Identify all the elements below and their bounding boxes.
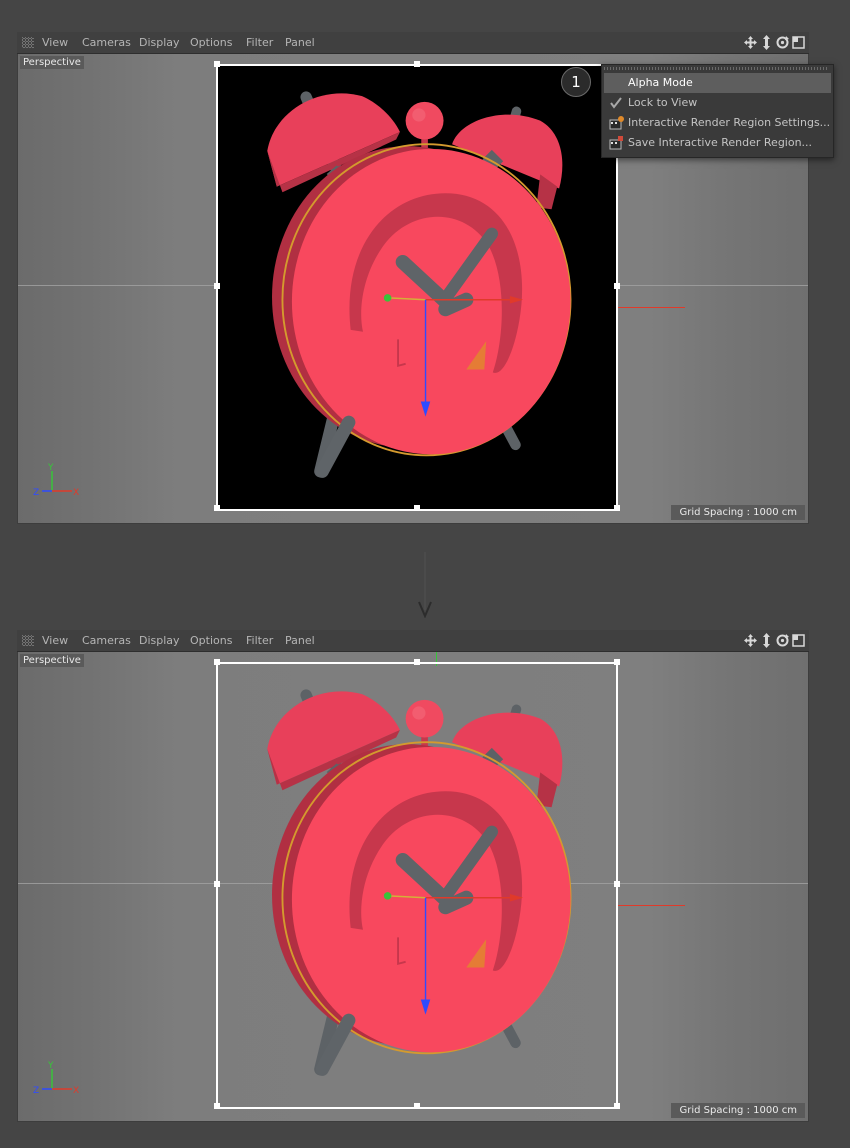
- viewport-scene[interactable]: Perspective Y Z X Grid Spacing : 1000 cm: [18, 652, 808, 1121]
- menu-options[interactable]: Options: [190, 634, 232, 647]
- viewport-navigation-icons: [743, 34, 807, 51]
- viewport-menubar: View Cameras Display Options Filter Pane…: [17, 32, 809, 54]
- alarm-clock-render: [218, 664, 616, 1107]
- menu-display[interactable]: Display: [139, 36, 180, 49]
- region-handle[interactable]: [614, 1103, 620, 1109]
- render-settings-icon: [608, 115, 624, 131]
- move-icon[interactable]: [743, 632, 758, 649]
- svg-text:Y: Y: [47, 463, 54, 473]
- region-handle[interactable]: [214, 505, 220, 511]
- region-handle[interactable]: [414, 505, 420, 511]
- region-handle[interactable]: [414, 1103, 420, 1109]
- interactive-render-region[interactable]: [216, 64, 618, 511]
- menu-view[interactable]: View: [42, 634, 68, 647]
- step-callout-badge: 1: [561, 67, 591, 97]
- menu-cameras[interactable]: Cameras: [82, 36, 131, 49]
- menu-cameras[interactable]: Cameras: [82, 634, 131, 647]
- camera-label[interactable]: Perspective: [20, 56, 84, 69]
- menu-item-alpha-mode[interactable]: Alpha Mode: [604, 73, 831, 93]
- region-handle[interactable]: [414, 659, 420, 665]
- svg-text:X: X: [73, 1086, 79, 1096]
- maximize-icon[interactable]: [791, 34, 806, 51]
- zoom-icon[interactable]: [759, 632, 774, 649]
- svg-text:X: X: [73, 488, 79, 498]
- menu-item-lock-to-view[interactable]: Lock to View: [604, 93, 831, 113]
- world-axis-gizmo: Y Z X: [33, 463, 79, 498]
- interactive-render-region[interactable]: [216, 662, 618, 1109]
- region-handle[interactable]: [614, 505, 620, 511]
- region-handle[interactable]: [414, 61, 420, 67]
- down-arrow-icon: [418, 552, 432, 618]
- menu-panel[interactable]: Panel: [285, 36, 315, 49]
- menu-item-render-region-settings[interactable]: Interactive Render Region Settings...: [604, 113, 831, 133]
- region-handle[interactable]: [214, 659, 220, 665]
- region-handle[interactable]: [214, 283, 220, 289]
- svg-text:Z: Z: [33, 488, 39, 498]
- viewport-bottom[interactable]: View Cameras Display Options Filter Pane…: [17, 630, 809, 1122]
- x-axis-extension: [618, 905, 685, 906]
- menu-display[interactable]: Display: [139, 634, 180, 647]
- render-region-dropdown: Alpha Mode Lock to View Interactive Rend…: [601, 64, 834, 158]
- menu-item-save-render-region[interactable]: Save Interactive Render Region...: [604, 133, 831, 153]
- menu-filter[interactable]: Filter: [246, 634, 273, 647]
- maximize-icon[interactable]: [791, 632, 806, 649]
- rotate-icon[interactable]: [775, 632, 790, 649]
- viewport-menubar: View Cameras Display Options Filter Pane…: [17, 630, 809, 652]
- alarm-clock-render: [218, 66, 616, 509]
- menu-options[interactable]: Options: [190, 36, 232, 49]
- menu-panel[interactable]: Panel: [285, 634, 315, 647]
- panel-grip-icon[interactable]: [22, 635, 34, 646]
- world-axis-gizmo: Y Z X: [33, 1061, 79, 1096]
- region-handle[interactable]: [614, 283, 620, 289]
- render-save-icon: [608, 135, 624, 151]
- x-axis-extension: [618, 307, 685, 308]
- zoom-icon[interactable]: [759, 34, 774, 51]
- svg-text:Z: Z: [33, 1086, 39, 1096]
- region-handle[interactable]: [214, 881, 220, 887]
- checkmark-icon: [608, 95, 624, 111]
- svg-text:Y: Y: [47, 1061, 54, 1071]
- region-handle[interactable]: [614, 881, 620, 887]
- grid-spacing-label: Grid Spacing : 1000 cm: [671, 1103, 805, 1118]
- panel-grip-icon[interactable]: [22, 37, 34, 48]
- menu-view[interactable]: View: [42, 36, 68, 49]
- move-icon[interactable]: [743, 34, 758, 51]
- region-handle[interactable]: [614, 659, 620, 665]
- menu-filter[interactable]: Filter: [246, 36, 273, 49]
- rotate-icon[interactable]: [775, 34, 790, 51]
- dropdown-grip: [604, 67, 829, 70]
- camera-label[interactable]: Perspective: [20, 654, 84, 667]
- region-handle[interactable]: [214, 1103, 220, 1109]
- region-handle[interactable]: [214, 61, 220, 67]
- grid-spacing-label: Grid Spacing : 1000 cm: [671, 505, 805, 520]
- viewport-navigation-icons: [743, 632, 807, 649]
